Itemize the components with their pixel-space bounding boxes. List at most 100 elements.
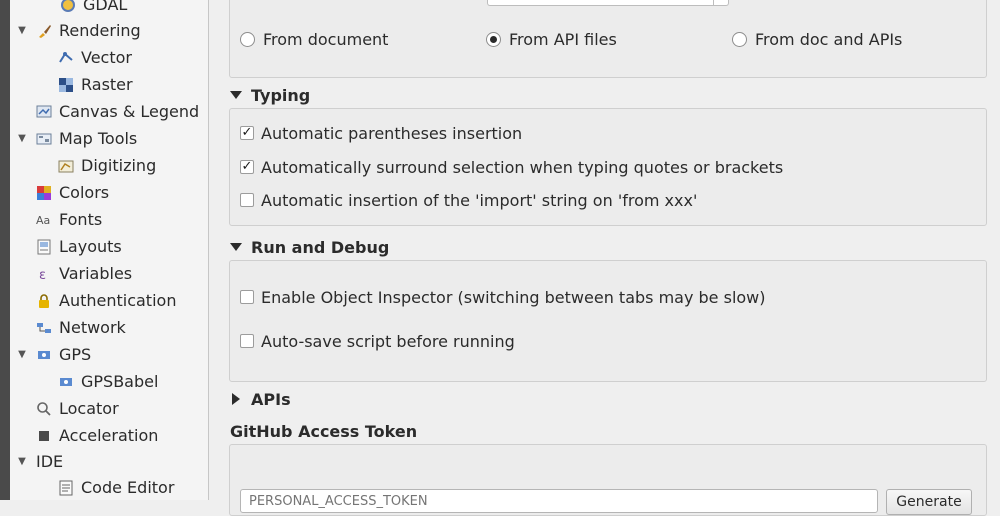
chevron-down-icon[interactable]: ▼ [16,133,28,145]
sidebar-item-acceleration[interactable]: Acceleration [36,423,158,449]
generate-button[interactable]: Generate [886,489,972,515]
lock-icon [36,293,52,309]
sidebar-item-gpsbabel[interactable]: GPSBabel [58,369,158,395]
fonts-icon: Aa [36,212,52,228]
sidebar-edge [0,0,10,500]
option-auto-save-script[interactable]: Auto-save script before running [240,330,515,352]
sidebar-item-gps[interactable]: ▼ GPS [18,342,91,368]
chevron-down-icon[interactable]: ▼ [16,25,28,37]
raster-icon [58,77,74,93]
run-debug-section-header[interactable]: Run and Debug [229,236,389,258]
chevron-down-icon[interactable]: ▼ [16,456,28,468]
sidebar-item-map-tools[interactable]: ▼ Map Tools [18,126,138,152]
radio-label: From doc and APIs [755,29,903,49]
layouts-icon [36,239,52,255]
paintbrush-icon [36,23,52,39]
collapse-arrow-icon[interactable] [229,90,243,100]
sidebar-item-code-editor[interactable]: Code Editor [58,475,174,500]
sidebar-item-rendering[interactable]: ▼ Rendering [18,18,141,44]
svg-text:Aa: Aa [36,214,50,227]
generate-button-label: Generate [896,494,962,510]
typing-section-header[interactable]: Typing [229,84,310,106]
gpsbabel-icon [58,374,74,390]
radio-label: From API files [509,29,617,49]
radio-from-document[interactable]: From document [240,28,388,50]
gdal-icon [60,0,76,13]
option-auto-import-insertion[interactable]: Automatic insertion of the 'import' stri… [240,189,697,211]
settings-navigation-tree: GDAL ▼ Rendering Vector Raster Canvas & … [0,0,209,500]
sidebar-item-colors[interactable]: Colors [36,180,109,206]
svg-text:ε: ε [39,268,46,282]
sidebar-item-label: Map Tools [59,129,138,148]
sidebar-item-label: Raster [81,75,133,94]
sidebar-item-fonts[interactable]: Aa Fonts [36,207,102,233]
autocompletion-threshold-field[interactable] [487,0,729,6]
sidebar-item-locator[interactable]: Locator [36,396,119,422]
chevron-down-icon[interactable]: ▼ [16,349,28,361]
sidebar-item-label: Canvas & Legend [59,102,200,121]
checkbox[interactable]: ✓ [240,126,254,140]
acceleration-icon [36,428,52,444]
colors-icon [36,185,52,201]
section-title: APIs [251,389,291,409]
digitizing-icon [58,158,74,174]
variables-icon: ε [36,266,52,282]
chevron-down-icon[interactable] [713,0,728,5]
sidebar-item-label: GPSBabel [81,372,159,391]
sidebar-item-layouts[interactable]: Layouts [36,234,122,260]
collapse-arrow-icon[interactable] [229,242,243,252]
radio-button[interactable] [486,31,501,47]
run-debug-group [229,260,987,382]
network-icon [36,320,52,336]
radio-label: From document [263,29,389,49]
sidebar-item-label: Layouts [59,237,122,256]
sidebar-item-ide[interactable]: ▼ IDE [18,449,64,475]
checkbox[interactable]: ✓ [240,160,254,174]
option-label: Automatic insertion of the 'import' stri… [261,190,698,210]
github-token-header: GitHub Access Token [230,420,417,442]
sidebar-item-label: Variables [59,264,133,283]
section-title: Run and Debug [251,237,390,257]
apis-section-header[interactable]: APIs [229,388,291,410]
vector-icon [58,50,74,66]
option-auto-parentheses[interactable]: ✓ Automatic parentheses insertion [240,122,522,144]
radio-selected-dot [490,35,497,43]
sidebar-item-raster[interactable]: Raster [58,72,133,98]
radio-from-doc-and-apis[interactable]: From doc and APIs [732,28,902,50]
option-label: Automatic parentheses insertion [261,123,523,143]
sidebar-item-label: Locator [59,399,119,418]
option-label: Enable Object Inspector (switching betwe… [261,287,766,307]
sidebar-item-digitizing[interactable]: Digitizing [58,153,156,179]
radio-from-api-files[interactable]: From API files [486,28,617,50]
radio-button[interactable] [240,31,255,47]
sidebar-item-label: Network [59,318,126,337]
search-icon [36,401,52,417]
sidebar-item-network[interactable]: Network [36,315,126,341]
option-label: Automatically surround selection when ty… [261,157,784,177]
sidebar-item-label: Fonts [59,210,103,229]
option-auto-surround-selection[interactable]: ✓ Automatically surround selection when … [240,156,783,178]
sidebar-item-label: Digitizing [81,156,157,175]
checkbox[interactable] [240,290,254,304]
radio-button[interactable] [732,31,747,47]
sidebar-item-gdal[interactable]: GDAL [60,0,127,18]
sidebar-item-label: IDE [36,452,64,471]
sidebar-item-vector[interactable]: Vector [58,45,132,71]
section-title: Typing [251,85,311,105]
checkbox[interactable] [240,334,254,348]
sidebar-item-variables[interactable]: ε Variables [36,261,132,287]
canvas-legend-icon [36,104,52,120]
checkbox[interactable] [240,193,254,207]
section-title: GitHub Access Token [230,421,418,441]
sidebar-item-label: GDAL [83,0,128,14]
option-enable-object-inspector[interactable]: Enable Object Inspector (switching betwe… [240,286,766,308]
expand-arrow-icon[interactable] [229,393,243,405]
sidebar-item-canvas-legend[interactable]: Canvas & Legend [36,99,199,125]
sidebar-item-label: Acceleration [59,426,159,445]
sidebar-item-label: Authentication [59,291,177,310]
settings-panel: From document From API files From doc an… [209,0,1000,516]
code-editor-icon [58,480,74,496]
map-tools-icon [36,131,52,147]
sidebar-item-authentication[interactable]: Authentication [36,288,176,314]
github-token-input[interactable] [240,489,878,513]
